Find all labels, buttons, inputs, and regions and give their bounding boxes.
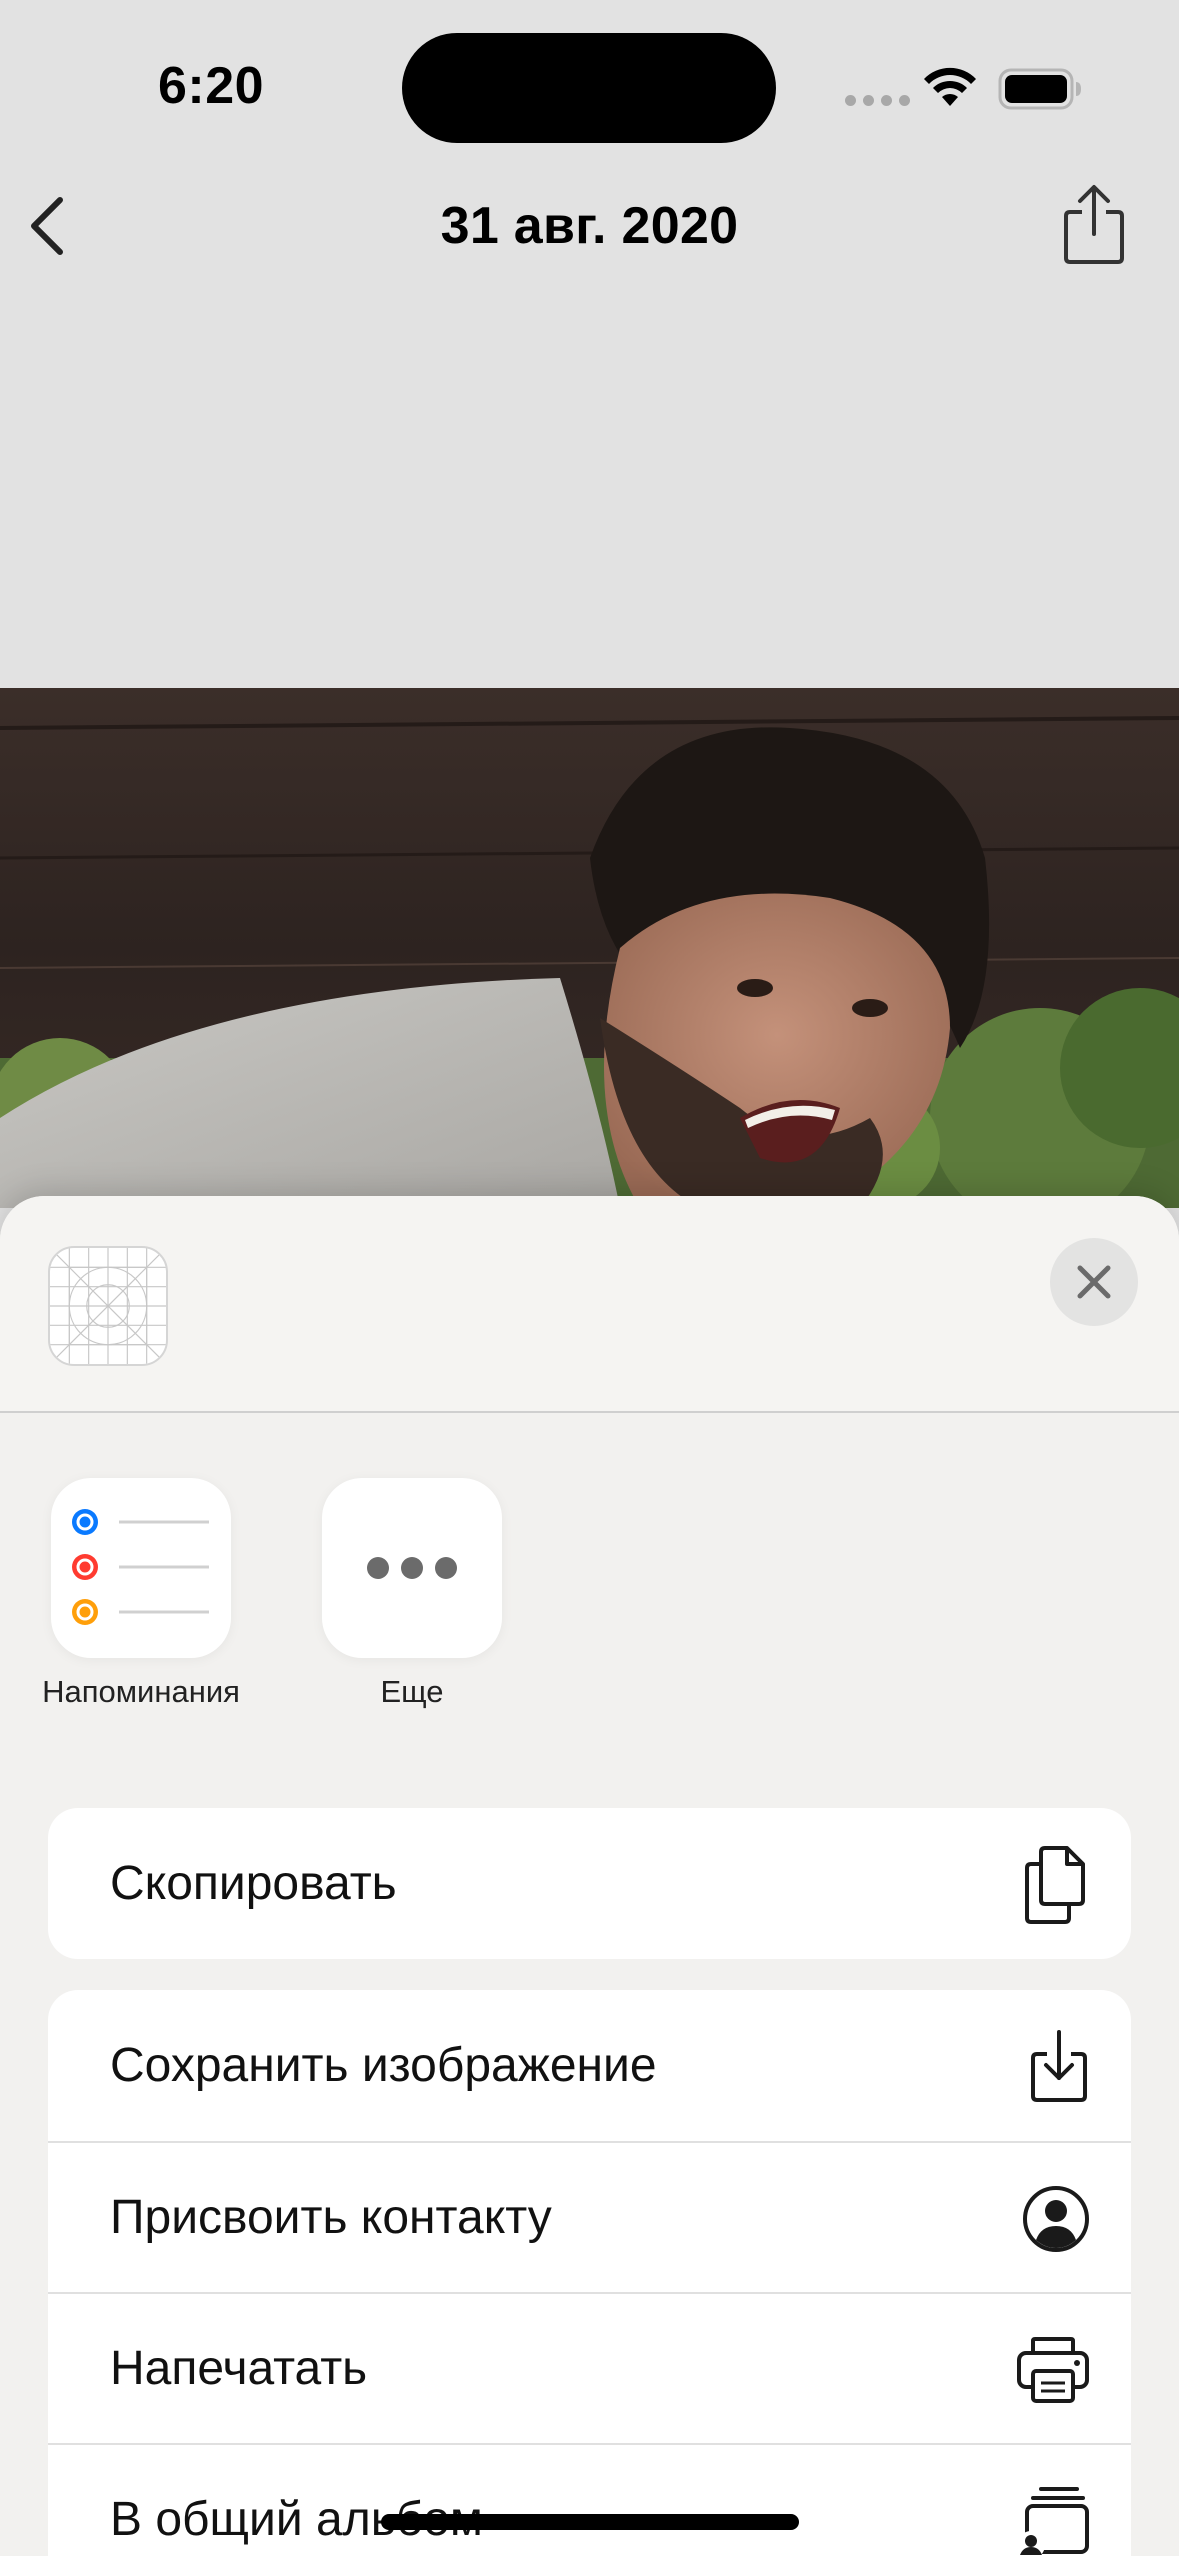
action-save-image[interactable]: Сохранить изображение [48,1990,1131,2141]
wifi-icon [924,67,976,106]
reminders-icon [72,1509,209,1625]
photo[interactable] [0,688,1179,1208]
app-more[interactable] [322,1478,502,1658]
more-icon [367,1557,457,1579]
page-title: 31 авг. 2020 [440,197,739,255]
close-icon [1077,1265,1111,1299]
status-time: 6:20 [158,57,265,115]
actions-group-copy: Скопировать [48,1808,1131,1959]
app-reminders[interactable] [51,1478,231,1658]
share-sheet: Напоминания Еще Скопировать Сохранить из… [0,1196,1179,2556]
action-copy[interactable]: Скопировать [48,1808,1131,1959]
app-label-reminders: Напоминания [42,1674,240,1709]
battery-icon [998,68,1081,110]
action-print[interactable]: Напечатать [48,2292,1131,2443]
printer-icon [1015,2294,1091,2445]
share-sheet-header [0,1196,1179,1412]
shared-album-icon [1015,2445,1091,2556]
action-assign-contact[interactable]: Присвоить контакту [48,2141,1131,2292]
copy-icon [1021,1808,1091,1959]
close-button[interactable] [1050,1238,1138,1326]
share-button[interactable] [1058,182,1130,266]
divider [0,1411,1179,1413]
action-label: Присвоить контакту [110,2191,552,2244]
save-image-icon [1027,1990,1091,2141]
action-label: Скопировать [110,1857,397,1910]
home-indicator[interactable] [381,2514,799,2530]
action-shared-album[interactable]: В общий альбом [48,2443,1131,2556]
action-label: Напечатать [110,2342,368,2395]
app-label-more: Еще [380,1674,444,1709]
person-circle-icon [1021,2143,1091,2294]
preview-thumbnail [48,1246,168,1366]
actions-group-main: Сохранить изображение Присвоить контакту [48,1990,1131,2556]
action-label: Сохранить изображение [110,2039,657,2092]
dynamic-island [402,33,776,143]
cellular-signal-icon [845,95,910,106]
